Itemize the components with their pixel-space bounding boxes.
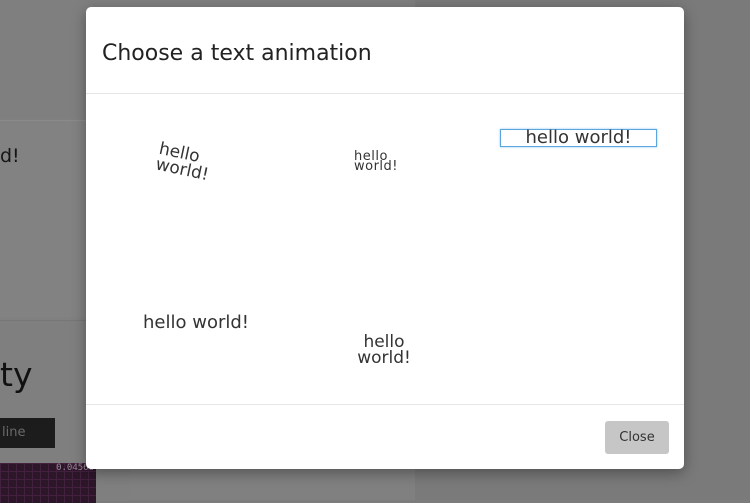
animation-grid: hello world! hello world! hello world! h… xyxy=(86,94,684,404)
background-timeline-button: line xyxy=(0,418,55,448)
animation-option-2-word2: world! xyxy=(354,159,399,174)
animation-option-3-selected[interactable]: hello world! xyxy=(500,129,657,147)
background-card-text: d! xyxy=(0,145,20,167)
modal-footer: Close xyxy=(86,404,684,469)
modal-title: Choose a text animation xyxy=(102,41,372,66)
animation-option-4[interactable]: hello world! xyxy=(143,312,249,333)
animation-option-5-word2: world! xyxy=(357,348,411,368)
animation-option-4-text: hello world! xyxy=(143,312,249,333)
animation-option-2[interactable]: hello world! xyxy=(354,150,399,174)
background-heading: ty xyxy=(0,355,33,394)
animation-option-5[interactable]: hello world! xyxy=(354,334,414,368)
modal-header: Choose a text animation xyxy=(86,7,684,94)
text-animation-modal: Choose a text animation hello world! hel… xyxy=(86,7,684,469)
background-timeline-grid: 0.04566 xyxy=(0,463,96,503)
close-button[interactable]: Close xyxy=(605,421,669,454)
animation-option-3-text: hello world! xyxy=(525,127,632,148)
animation-option-1[interactable]: hello world! xyxy=(154,139,213,185)
